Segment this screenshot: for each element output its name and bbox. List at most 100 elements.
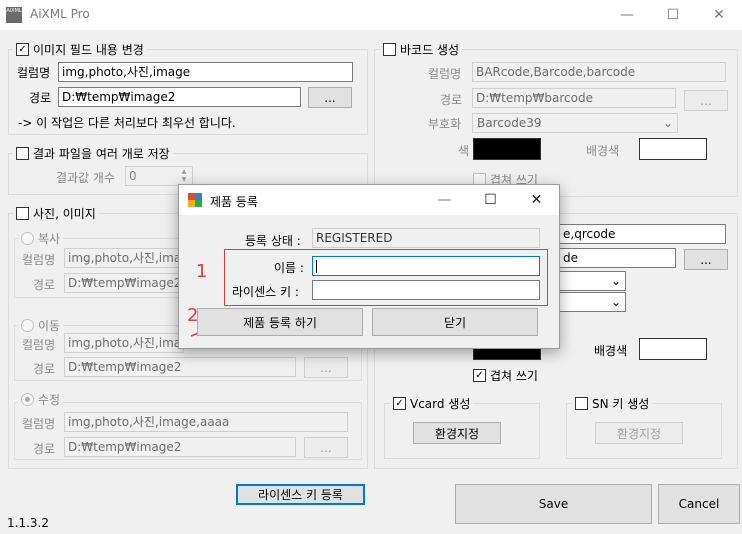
modify-header: 수정: [18, 391, 64, 408]
move-colname-label: 컬럼명: [22, 338, 56, 352]
barcode-checkbox[interactable]: [383, 43, 396, 56]
modify-path-label: 경로: [33, 442, 56, 456]
close-button[interactable]: ✕: [696, 0, 742, 30]
move-path-input[interactable]: D:₩temp₩image2: [64, 357, 296, 377]
dialog-title: 제품 등록: [210, 195, 258, 209]
product-registration-dialog: 제품 등록 — ☐ ✕ 등록 상태 : REGISTERED 1 이름 : 라이…: [178, 184, 560, 349]
move-radio[interactable]: [21, 319, 34, 332]
modify-path-browse-button[interactable]: ...: [304, 437, 348, 458]
app-icon: AiXML: [6, 7, 22, 23]
qrcode-path-input[interactable]: de: [560, 248, 676, 268]
barcode-label: 바코드 생성: [400, 43, 460, 57]
dialog-close-action-button[interactable]: 닫기: [372, 308, 538, 336]
modify-label: 수정: [38, 393, 61, 407]
chevron-down-icon: ⌄: [610, 274, 621, 288]
result-count-value: 0: [129, 169, 137, 183]
barcode-color-swatch[interactable]: [473, 138, 541, 160]
barcode-colname-label: 컬럼명: [428, 67, 462, 81]
copy-path-label: 경로: [33, 278, 56, 292]
qrcode-option-select-1[interactable]: ⌄: [560, 271, 626, 291]
name-input[interactable]: [312, 256, 540, 276]
modify-colname-label: 컬럼명: [22, 417, 56, 431]
copy-colname-input[interactable]: img,photo,사진,image: [64, 248, 184, 268]
split-results-header: 결과 파일을 여러 개로 저장: [13, 145, 173, 162]
register-product-button[interactable]: 제품 등록 하기: [197, 308, 363, 336]
priority-note: -> 이 작업은 다른 처리보다 최우선 합니다.: [18, 116, 236, 130]
split-results-checkbox[interactable]: [16, 147, 29, 160]
split-results-label: 결과 파일을 여러 개로 저장: [33, 147, 170, 161]
modify-path-input[interactable]: D:₩temp₩image2: [64, 437, 296, 457]
vcard-label: Vcard 생성: [410, 397, 471, 411]
license-key-label: 라이센스 키 :: [232, 285, 299, 299]
dialog-titlebar: 제품 등록 — ☐ ✕: [179, 185, 559, 215]
cancel-button[interactable]: Cancel: [658, 484, 740, 524]
license-key-button[interactable]: 라이센스 키 등록: [236, 484, 365, 505]
window-titlebar: AiXML AiXML Pro — ☐ ✕: [0, 0, 742, 30]
barcode-bg-label: 배경색: [586, 144, 620, 158]
barcode-colname-input[interactable]: BARcode,Barcode,barcode: [472, 62, 726, 82]
sn-key-label: SN 키 생성: [592, 397, 650, 411]
dialog-minimize-button[interactable]: —: [422, 185, 467, 215]
image-field-header: ✓ 이미지 필드 내용 변경: [13, 41, 147, 58]
barcode-encoding-label: 부호화: [428, 117, 462, 131]
modify-radio[interactable]: [21, 393, 34, 406]
move-label: 이동: [38, 319, 61, 333]
license-key-input[interactable]: [312, 280, 540, 300]
barcode-path-input[interactable]: D:₩temp₩barcode: [472, 88, 676, 108]
result-count-spinner[interactable]: 0 ▲ ▼: [125, 166, 193, 186]
qrcode-overlay-checkbox[interactable]: ✓: [473, 369, 486, 382]
qrcode-bg-label: 배경색: [594, 344, 628, 358]
minimize-button[interactable]: —: [604, 0, 650, 30]
barcode-encoding-value: Barcode39: [477, 116, 542, 130]
version-label: 1.1.3.2: [7, 516, 49, 530]
image-path-label: 경로: [29, 91, 52, 105]
sn-key-checkbox[interactable]: [575, 397, 588, 410]
modify-colname-input[interactable]: img,photo,사진,image,aaaa: [64, 412, 348, 432]
image-field-label: 이미지 필드 내용 변경: [33, 43, 144, 57]
dialog-maximize-button[interactable]: ☐: [468, 185, 513, 215]
barcode-path-browse-button[interactable]: ...: [684, 90, 728, 111]
save-button[interactable]: Save: [455, 484, 652, 524]
barcode-bg-swatch[interactable]: [639, 138, 707, 160]
window-title: AiXML Pro: [30, 7, 90, 21]
vcard-settings-button[interactable]: 환경지정: [413, 422, 501, 444]
copy-path-input[interactable]: D:₩temp₩image2: [64, 273, 184, 293]
copy-header: 복사: [18, 230, 64, 247]
vcard-header: ✓ Vcard 생성: [390, 395, 474, 412]
copy-label: 복사: [38, 232, 61, 246]
image-colname-label: 컬럼명: [17, 66, 51, 80]
barcode-encoding-select[interactable]: Barcode39 ⌄: [472, 113, 678, 133]
move-path-browse-button[interactable]: ...: [304, 357, 348, 378]
photo-image-label: 사진, 이미지: [33, 207, 96, 221]
move-path-label: 경로: [33, 362, 56, 376]
dialog-close-button[interactable]: ✕: [514, 185, 559, 215]
maximize-button[interactable]: ☐: [650, 0, 696, 30]
qrcode-path-browse-button[interactable]: ...: [684, 249, 728, 270]
qrcode-overlay-option[interactable]: ✓ 겹쳐 쓰기: [473, 367, 538, 384]
vcard-checkbox[interactable]: ✓: [393, 397, 406, 410]
image-path-browse-button[interactable]: ...: [308, 87, 352, 108]
sn-key-settings-button[interactable]: 환경지정: [595, 422, 683, 444]
qrcode-bg-swatch[interactable]: [639, 338, 707, 360]
name-label: 이름 :: [274, 261, 304, 275]
text-cursor: [316, 260, 317, 273]
barcode-header: 바코드 생성: [380, 41, 463, 58]
photo-image-checkbox[interactable]: [16, 207, 29, 220]
image-field-checkbox[interactable]: ✓: [16, 43, 29, 56]
move-colname-input[interactable]: img,photo,사진,image: [64, 333, 184, 353]
move-header: 이동: [18, 317, 64, 334]
barcode-path-label: 경로: [440, 93, 463, 107]
chevron-down-icon: ⌄: [662, 116, 673, 130]
dialog-app-icon: [188, 193, 202, 207]
spinner-arrows-icon[interactable]: ▲ ▼: [177, 168, 191, 184]
chevron-down-icon: ⌄: [610, 295, 621, 309]
status-value: REGISTERED: [312, 228, 540, 248]
image-path-input[interactable]: D:₩temp₩image2: [58, 87, 301, 107]
sn-key-header: SN 키 생성: [572, 395, 653, 412]
qrcode-colname-input[interactable]: e,qrcode: [560, 224, 726, 244]
barcode-color-label: 색: [458, 144, 470, 158]
image-colname-input[interactable]: img,photo,사진,image: [58, 62, 353, 82]
copy-radio[interactable]: [21, 232, 34, 245]
photo-image-header: 사진, 이미지: [13, 205, 99, 222]
qrcode-option-select-2[interactable]: ⌄: [560, 292, 626, 312]
